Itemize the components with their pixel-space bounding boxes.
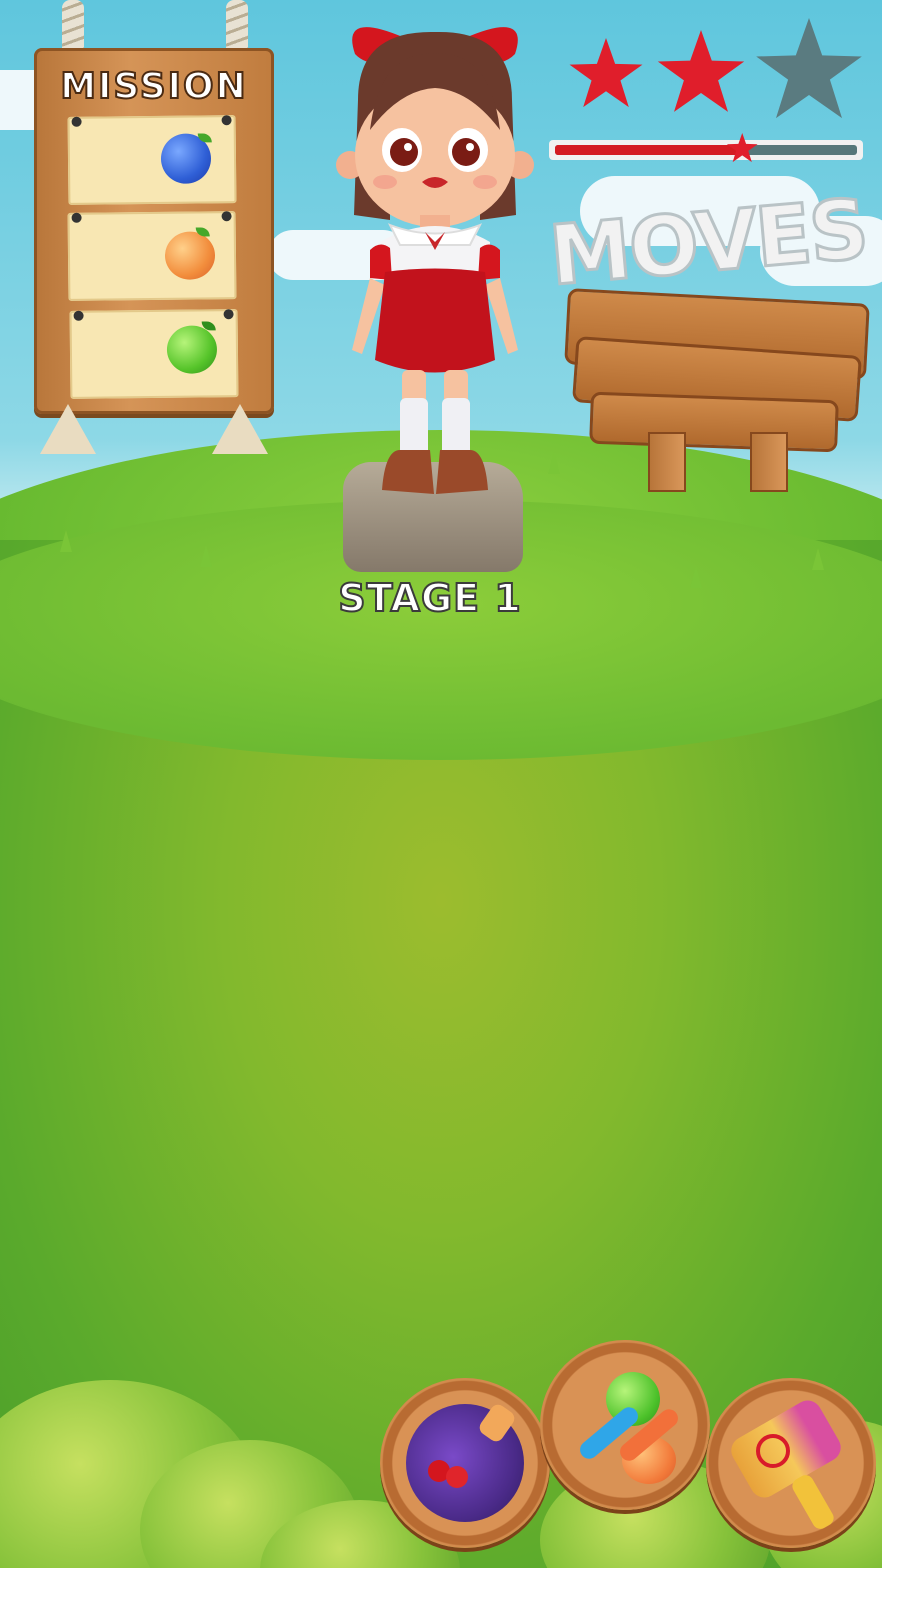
grass-tuft <box>200 545 212 567</box>
star-earned-icon <box>657 30 745 112</box>
sign-post <box>750 432 788 492</box>
grass-tuft <box>690 566 702 588</box>
hammer-icon <box>726 1395 850 1532</box>
swap-arrows-icon <box>566 1366 684 1484</box>
swap-booster-button[interactable] <box>540 1340 710 1510</box>
mission-title: MISSION <box>59 65 248 108</box>
pin-icon <box>221 211 232 222</box>
pin-icon <box>71 212 82 223</box>
tassel <box>40 404 96 454</box>
girl-character <box>336 27 534 494</box>
hammer-booster-button[interactable] <box>706 1378 876 1548</box>
star-empty-icon <box>756 18 862 119</box>
pin-icon <box>221 115 232 126</box>
score-progress-fill <box>555 145 743 155</box>
cherry-bomb-icon <box>406 1401 524 1522</box>
peach-icon <box>164 231 216 280</box>
no-symbol-icon <box>756 1434 790 1468</box>
star-earned-icon <box>569 38 643 108</box>
mission-goal <box>67 115 237 205</box>
grass-tuft <box>548 452 560 474</box>
hammer-handle <box>789 1472 837 1532</box>
fuse-icon <box>476 1401 518 1445</box>
grass-tuft <box>812 548 824 570</box>
pin-icon <box>71 116 82 127</box>
tassel <box>212 404 268 454</box>
mission-goal <box>69 309 239 399</box>
grass-tuft <box>60 530 72 552</box>
mission-goal <box>67 211 237 301</box>
pin-icon <box>223 309 234 320</box>
bomb-booster-button[interactable] <box>380 1378 550 1548</box>
game-scene: MISSION MOVES STAGE 1 <box>0 0 882 1568</box>
score-progress-bar <box>549 133 863 163</box>
sign-post <box>648 432 686 492</box>
green-apple-icon <box>166 325 218 374</box>
stage-label: STAGE 1 <box>337 575 522 621</box>
cherry-icon <box>446 1466 468 1488</box>
pin-icon <box>73 310 84 321</box>
moves-sign-plank <box>589 391 839 453</box>
